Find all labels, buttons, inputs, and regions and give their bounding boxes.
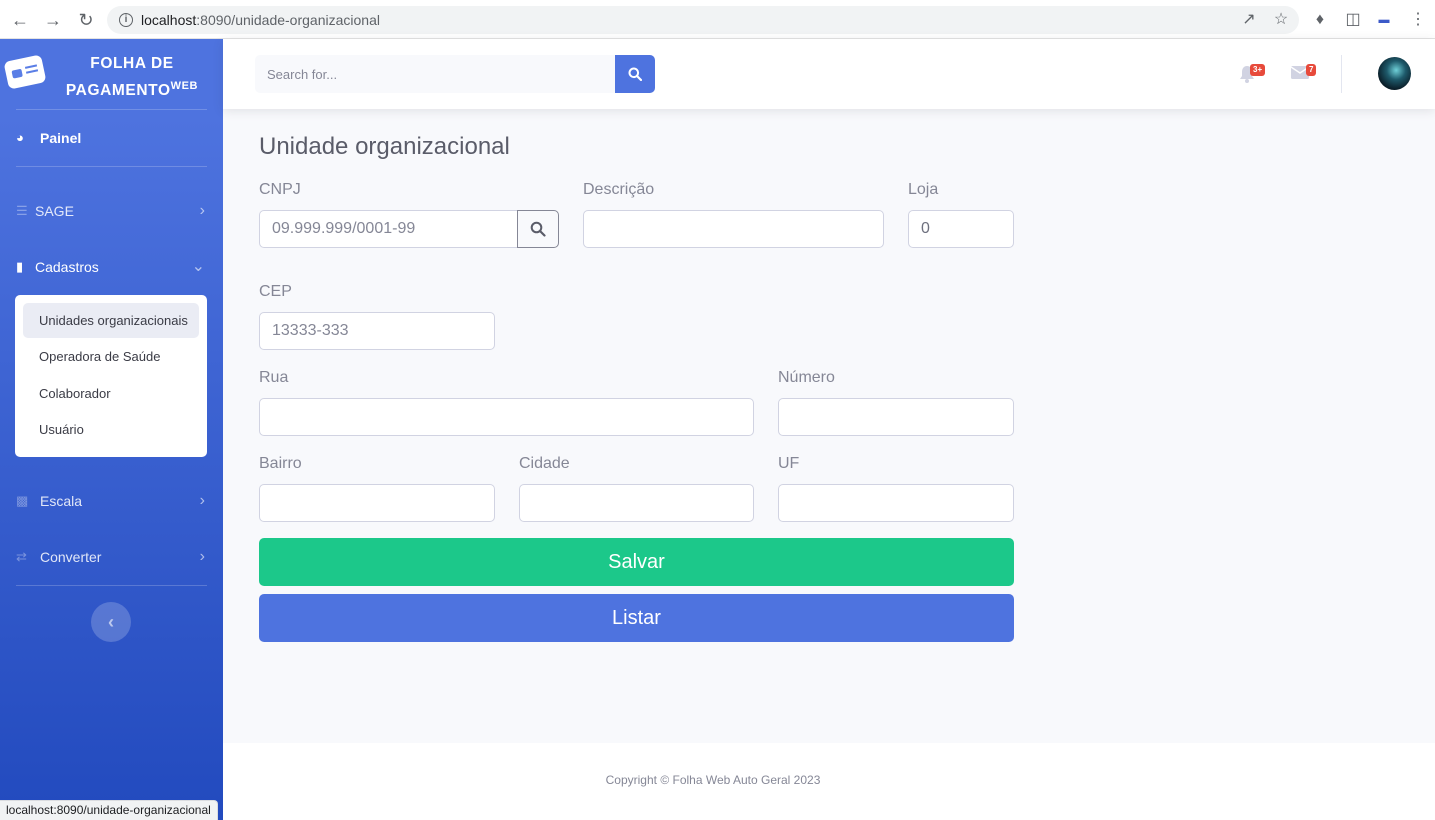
forward-arrow-icon[interactable]: →: [43, 10, 63, 30]
uf-input[interactable]: [778, 484, 1014, 522]
submenu-item-unidades[interactable]: Unidades organizacionais: [23, 303, 199, 338]
extensions-icon[interactable]: ♦: [1310, 10, 1330, 30]
chevron-right-icon: ›: [199, 492, 205, 509]
numero-label: Número: [778, 369, 835, 386]
cnpj-label: CNPJ: [259, 181, 301, 198]
save-button[interactable]: Salvar: [259, 538, 1014, 586]
reload-icon[interactable]: ↻: [76, 10, 96, 30]
sidebar-item-painel[interactable]: ◕ Painel: [16, 123, 207, 153]
topbar-divider: [1341, 55, 1342, 93]
sidebar-divider: [16, 166, 207, 167]
file-icon: ▮: [16, 259, 24, 274]
submenu-item-colaborador[interactable]: Colaborador: [23, 376, 199, 411]
copyright-text: Copyright © Folha Web Auto Geral 2023: [605, 773, 821, 787]
cidade-label: Cidade: [519, 455, 570, 472]
chevron-right-icon: ›: [199, 202, 205, 219]
site-info-icon[interactable]: i: [119, 13, 133, 27]
submenu-item-operadora[interactable]: Operadora de Saúde: [23, 339, 199, 374]
chevron-left-icon: ‹: [108, 612, 114, 632]
rua-label: Rua: [259, 369, 289, 386]
list-button[interactable]: Listar: [259, 594, 1014, 642]
sidebar-item-escala[interactable]: ▩ Escala ›: [16, 486, 207, 516]
sidebar-item-converter[interactable]: ⇄ Converter ›: [16, 542, 207, 572]
menu-dots-icon[interactable]: ⋮: [1408, 10, 1428, 30]
sidebar: FOLHA DE PAGAMENTOWEB ◕ Painel ☰ SAGE › …: [0, 39, 223, 820]
brand[interactable]: FOLHA DE PAGAMENTOWEB: [0, 39, 223, 109]
submenu-item-usuario[interactable]: Usuário: [23, 412, 199, 447]
sidebar-item-cadastros[interactable]: ▮ Cadastros ⌄: [16, 252, 207, 282]
browser-toolbar: ← → ↻ i localhost:8090/unidade-organizac…: [0, 0, 1435, 39]
search-icon: [530, 221, 546, 237]
user-avatar[interactable]: [1378, 57, 1411, 90]
descricao-label: Descrição: [583, 181, 655, 198]
cadastros-submenu: Unidades organizacionais Operadora de Sa…: [15, 295, 207, 457]
retweet-icon: ⇄: [16, 549, 27, 564]
search-icon: [628, 67, 642, 81]
cep-label: CEP: [259, 283, 292, 300]
star-icon[interactable]: ☆: [1271, 10, 1291, 30]
chevron-down-icon: ⌄: [191, 258, 205, 275]
alerts-count-badge: 3+: [1250, 64, 1266, 76]
url-text[interactable]: localhost:8090/unidade-organizacional: [141, 12, 380, 28]
cnpj-input[interactable]: [259, 210, 518, 248]
tachometer-icon: ◕: [16, 130, 24, 145]
rua-input[interactable]: [259, 398, 754, 436]
side-panel-icon[interactable]: ◫: [1343, 10, 1363, 30]
footer: Copyright © Folha Web Auto Geral 2023: [223, 743, 1435, 820]
extension-logo-icon[interactable]: ▬: [1374, 10, 1394, 30]
sidebar-toggle-button[interactable]: ‹: [91, 602, 131, 642]
cnpj-search-button[interactable]: [517, 210, 559, 248]
cidade-input[interactable]: [519, 484, 754, 522]
sidebar-divider: [16, 109, 207, 110]
messages-count-badge: 7: [1306, 64, 1317, 76]
chevron-right-icon: ›: [199, 548, 205, 565]
descricao-input[interactable]: [583, 210, 884, 248]
loja-label: Loja: [908, 181, 939, 198]
share-icon[interactable]: ↗: [1239, 10, 1259, 30]
uf-label: UF: [778, 455, 800, 472]
sidebar-item-sage[interactable]: ☰ SAGE ›: [16, 196, 207, 226]
loja-input[interactable]: [908, 210, 1014, 248]
bairro-label: Bairro: [259, 455, 302, 472]
briefcase-icon: ▩: [16, 493, 29, 508]
page-title: Unidade organizacional: [259, 133, 510, 160]
brand-name: FOLHA DE PAGAMENTOWEB: [65, 55, 199, 99]
id-card-icon: [3, 54, 47, 90]
database-icon: ☰: [16, 203, 28, 218]
search-button[interactable]: [615, 55, 655, 93]
bairro-input[interactable]: [259, 484, 495, 522]
cep-input[interactable]: [259, 312, 495, 350]
back-arrow-icon[interactable]: ←: [10, 10, 30, 30]
search-input[interactable]: [255, 55, 615, 93]
numero-input[interactable]: [778, 398, 1014, 436]
address-bar[interactable]: i localhost:8090/unidade-organizacional …: [107, 6, 1299, 34]
topbar: 3+ 7: [223, 39, 1435, 109]
status-bar-url: localhost:8090/unidade-organizacional: [0, 800, 218, 820]
sidebar-divider: [16, 585, 207, 586]
